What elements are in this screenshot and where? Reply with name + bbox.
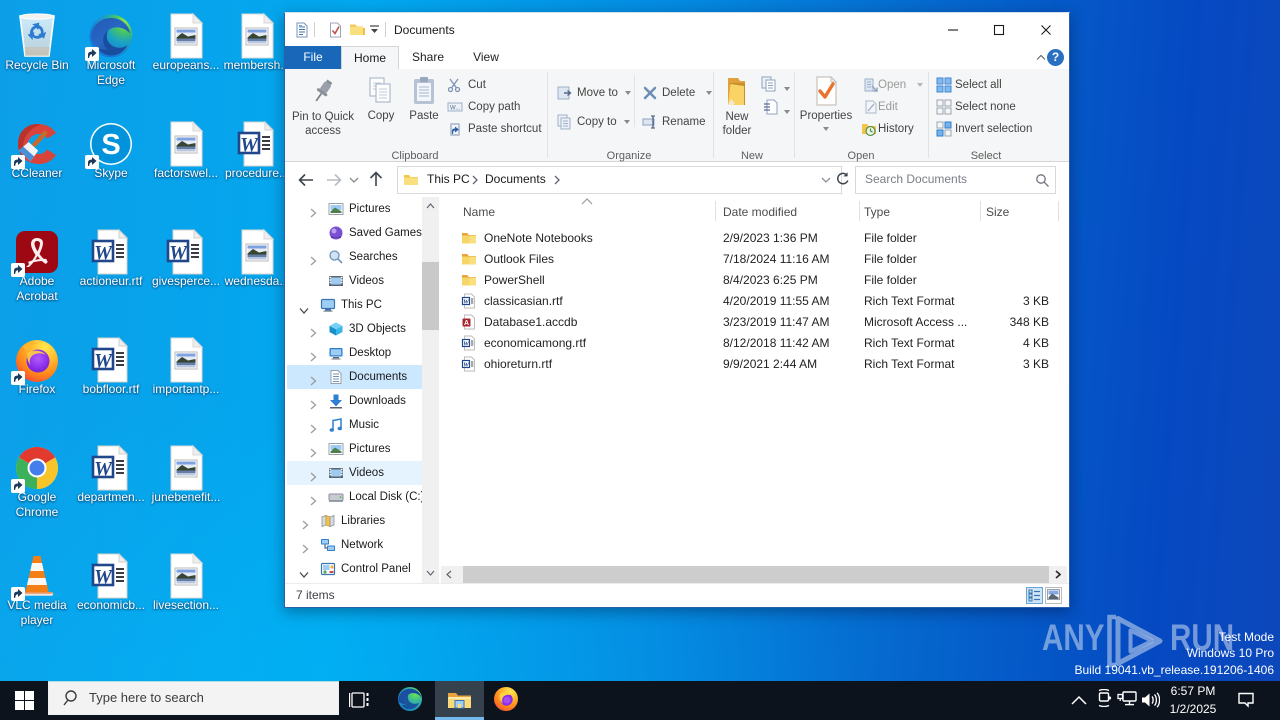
svg-text:W: W: [169, 242, 188, 264]
svg-text:W: W: [94, 566, 113, 588]
svg-text:W: W: [94, 458, 113, 480]
svg-text:W...: W...: [450, 106, 461, 112]
svg-text:S: S: [101, 129, 120, 161]
svg-text:A: A: [464, 320, 469, 327]
svg-text:W: W: [240, 134, 259, 156]
svg-text:W: W: [94, 242, 113, 264]
svg-text:W: W: [94, 350, 113, 372]
